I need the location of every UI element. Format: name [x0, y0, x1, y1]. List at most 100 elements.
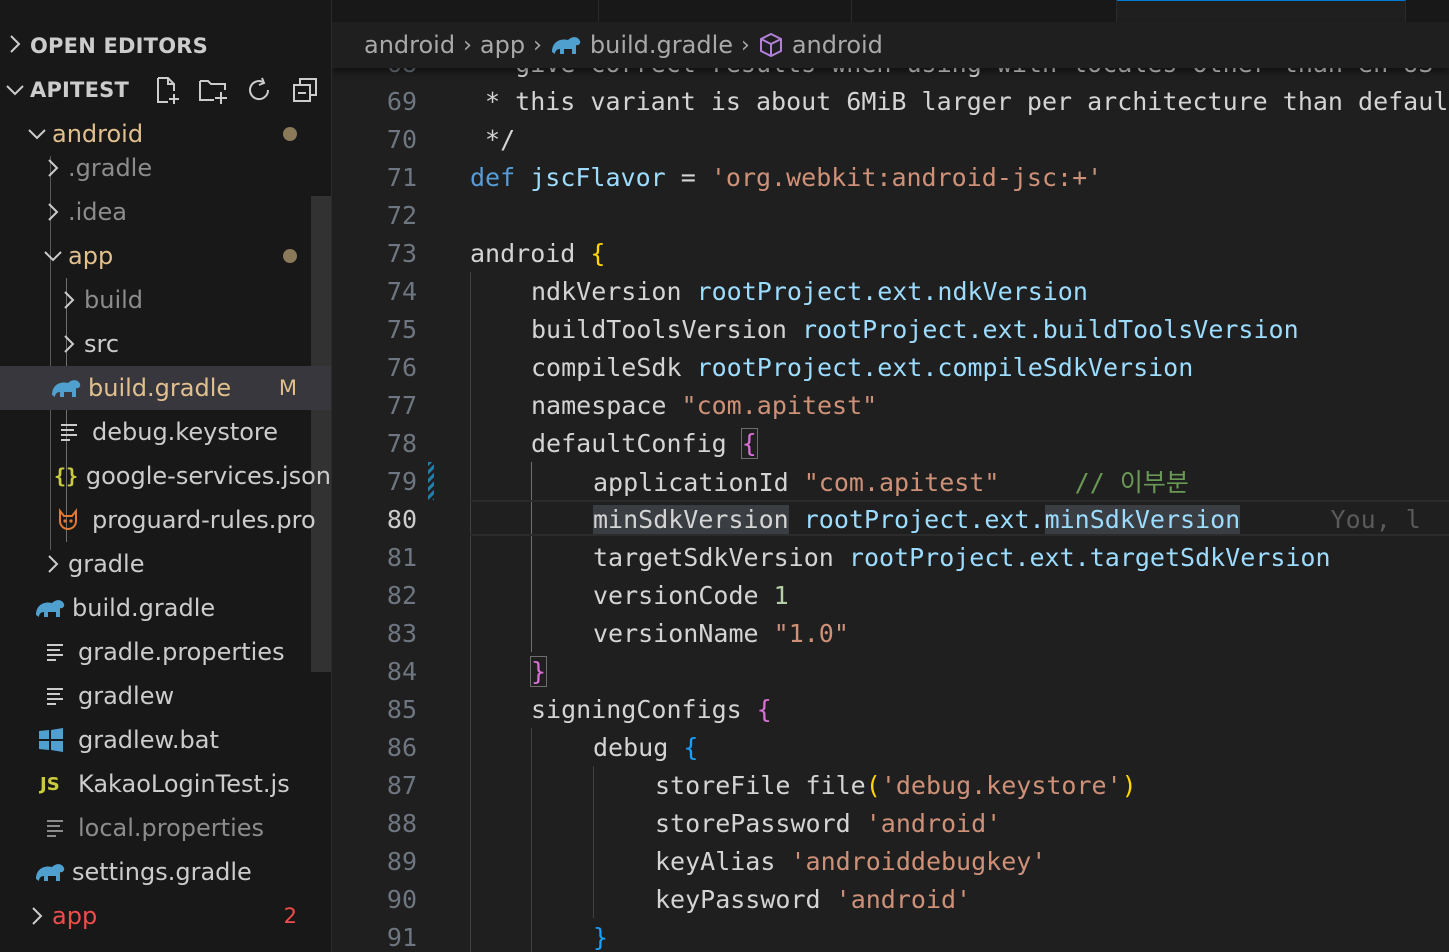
code-text: storeFile file('debug.keystore') [655, 771, 1137, 800]
tree-folder-idea[interactable]: .idea [0, 190, 331, 234]
keyword: def [470, 162, 516, 192]
tree-folder-gradle[interactable]: gradle [0, 542, 331, 586]
tree-item-label: build [84, 286, 144, 314]
editor-tab-active[interactable] [1117, 0, 1406, 23]
code-text: targetSdkVersion rootProject.ext.targetS… [593, 543, 1331, 572]
brace: { [683, 732, 699, 762]
identifier: signingConfigs [531, 694, 742, 724]
code-text: ndkVersion rootProject.ext.ndkVersion [531, 277, 1088, 306]
git-blame-annotation: You, l [1330, 504, 1421, 534]
identifier: rootProject.ext.buildToolsVersion [801, 314, 1299, 344]
text-file-icon [44, 641, 74, 663]
new-file-icon[interactable] [151, 74, 183, 106]
tree-file-kakaologintest-js[interactable]: JS KakaoLoginTest.js [0, 762, 331, 806]
tree-file-google-services-json[interactable]: {} google-services.json [0, 454, 331, 498]
code-line: 72 [332, 196, 1449, 234]
code-line: 85 signingConfigs { [332, 690, 1449, 728]
collapse-all-icon[interactable] [289, 74, 321, 106]
tree-file-gradlew-bat[interactable]: gradlew.bat [0, 718, 331, 762]
breadcrumb-item[interactable]: build.gradle [590, 31, 733, 59]
identifier: namespace [531, 390, 667, 420]
line-number: 85 [386, 694, 417, 724]
tree-folder-build[interactable]: build [0, 278, 331, 322]
identifier: rootProject.ext.targetSdkVersion [848, 542, 1331, 572]
tree-file-settings-gradle[interactable]: settings.gradle [0, 850, 331, 894]
line-number: 82 [386, 580, 417, 610]
paren: ( [865, 770, 881, 800]
tree-file-proguard-rules[interactable]: proguard-rules.pro [0, 498, 331, 542]
identifier: defaultConfig [531, 428, 727, 458]
tree-item-label: proguard-rules.pro [92, 506, 316, 534]
operator: = [665, 162, 711, 192]
gradle-elephant-icon [50, 375, 84, 401]
line-number: 73 [386, 238, 417, 268]
proguard-icon [56, 508, 88, 532]
code-line: 79 applicationId "com.apitest" // 이부분 [332, 462, 1449, 500]
open-editors-header[interactable]: OPEN EDITORS [0, 24, 331, 68]
code-text: versionName "1.0" [593, 619, 849, 648]
tree-folder-app[interactable]: app [0, 234, 331, 278]
string-literal: "com.apitest" [681, 390, 878, 420]
editor-tab[interactable] [599, 0, 852, 22]
code-line: 89 keyAlias 'androiddebugkey' [332, 842, 1449, 880]
breadcrumb-item[interactable]: android [364, 31, 455, 59]
modified-dot [283, 249, 297, 263]
chevron-right-icon [42, 158, 64, 178]
tree-file-local-properties[interactable]: local.properties [0, 806, 331, 850]
tree-file-debug-keystore[interactable]: debug.keystore [0, 410, 331, 454]
identifier: minSdkVersion [593, 504, 789, 534]
string-literal: 'android' [865, 808, 1002, 838]
explorer-sidebar: OPEN EDITORS APITEST android .gradle .id… [0, 0, 332, 952]
line-number: 76 [386, 352, 417, 382]
code-text: minSdkVersion rootProject.ext.minSdkVers… [593, 504, 1421, 534]
windows-icon [38, 727, 74, 753]
line-number: 83 [386, 618, 417, 648]
symbol-module-icon [758, 32, 784, 58]
breadcrumb: android › app › build.gradle › android [332, 22, 1449, 68]
identifier: versionCode [593, 580, 759, 610]
code-line: 76 compileSdk rootProject.ext.compileSdk… [332, 348, 1449, 386]
breadcrumb-item[interactable]: android [792, 31, 883, 59]
tree-folder-app-root[interactable]: app 2 [0, 894, 331, 938]
tree-file-app-build-gradle[interactable]: build.gradle M [0, 366, 331, 410]
editor-tab[interactable] [852, 0, 1117, 22]
code-line: 87 storeFile file('debug.keystore') [332, 766, 1449, 804]
identifier: targetSdkVersion [593, 542, 834, 572]
chevron-down-icon [0, 78, 30, 102]
tree-file-gradle-properties[interactable]: gradle.properties [0, 630, 331, 674]
tree-item-label: debug.keystore [92, 418, 279, 446]
identifier: rootProject.ext.compileSdkVersion [696, 352, 1194, 382]
line-number: 78 [386, 428, 417, 458]
chevron-down-icon [26, 127, 48, 141]
breadcrumb-item[interactable]: app [480, 31, 525, 59]
code-line: 78 defaultConfig { [332, 424, 1449, 462]
code-text: defaultConfig { [531, 427, 758, 459]
tree-folder-gradle-hidden[interactable]: .gradle [0, 146, 331, 190]
string-literal: 'androiddebugkey' [790, 846, 1047, 876]
git-modified-badge: M [278, 376, 297, 400]
chevron-right-icon [42, 202, 64, 222]
code-text: signingConfigs { [531, 695, 772, 724]
line-number: 84 [386, 656, 417, 686]
project-header[interactable]: APITEST [0, 68, 331, 112]
line-number: 79 [386, 466, 417, 496]
tree-item-label: build.gradle [72, 594, 216, 622]
problem-count-badge: 2 [283, 904, 297, 928]
editor-tab[interactable] [332, 0, 599, 22]
code-text: } [593, 923, 608, 952]
chevron-down-icon [42, 249, 64, 263]
tree-file-build-gradle[interactable]: build.gradle [0, 586, 331, 630]
tree-file-gradlew[interactable]: gradlew [0, 674, 331, 718]
line-number: 75 [386, 314, 417, 344]
chevron-right-icon: › [533, 32, 542, 58]
new-folder-icon[interactable] [197, 74, 229, 106]
tree-folder-src[interactable]: src [0, 322, 331, 366]
explorer-actions [151, 68, 321, 112]
code-line: 91 } [332, 918, 1449, 952]
chevron-right-icon [0, 34, 30, 59]
identifier: debug [593, 732, 669, 762]
code-text: namespace "com.apitest" [531, 391, 877, 420]
tree-item-label: build.gradle [88, 374, 232, 402]
refresh-icon[interactable] [243, 74, 275, 106]
code-text: buildToolsVersion rootProject.ext.buildT… [531, 315, 1299, 344]
